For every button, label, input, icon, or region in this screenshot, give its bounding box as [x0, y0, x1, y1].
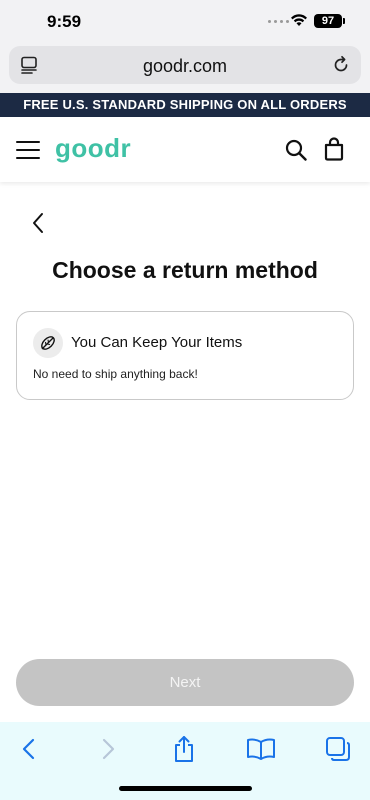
tabs-button[interactable] — [323, 734, 353, 764]
browser-forward-button[interactable] — [93, 734, 123, 764]
browser-address-area: goodr.com — [0, 40, 370, 93]
status-time: 9:59 — [47, 12, 82, 31]
return-option-keep-items[interactable]: You Can Keep Your Items No need to ship … — [16, 311, 354, 400]
search-icon[interactable] — [285, 139, 307, 161]
option-title: You Can Keep Your Items — [71, 334, 243, 351]
next-button[interactable]: Next — [16, 659, 354, 706]
back-chevron-icon[interactable] — [28, 210, 50, 236]
leaf-icon — [33, 328, 63, 358]
goodr-logo[interactable]: goodr — [55, 133, 131, 164]
share-icon — [175, 736, 193, 762]
chevron-left-icon — [22, 738, 35, 760]
browser-back-button[interactable] — [14, 734, 44, 764]
site-header: goodr — [0, 117, 370, 182]
book-icon — [247, 738, 275, 760]
battery-icon: 97 — [314, 14, 345, 28]
reload-icon[interactable] — [331, 55, 351, 75]
shopping-bag-icon[interactable] — [323, 137, 345, 161]
bookmarks-button[interactable] — [246, 734, 276, 764]
menu-icon[interactable] — [16, 140, 40, 160]
page-title: Choose a return method — [52, 257, 318, 283]
option-description: No need to ship anything back! — [33, 367, 198, 381]
home-indicator — [119, 786, 252, 791]
tabs-icon — [326, 737, 350, 761]
share-button[interactable] — [169, 734, 199, 764]
url-text[interactable]: goodr.com — [9, 56, 361, 77]
promo-banner[interactable]: FREE U.S. STANDARD SHIPPING ON ALL ORDER… — [0, 93, 370, 117]
battery-level: 97 — [321, 15, 335, 27]
address-bar[interactable]: goodr.com — [9, 46, 361, 84]
cellular-signal-icon — [268, 20, 289, 23]
wifi-icon — [291, 14, 307, 26]
chevron-right-icon — [102, 738, 115, 760]
status-bar: 9:59 97 — [0, 0, 370, 40]
